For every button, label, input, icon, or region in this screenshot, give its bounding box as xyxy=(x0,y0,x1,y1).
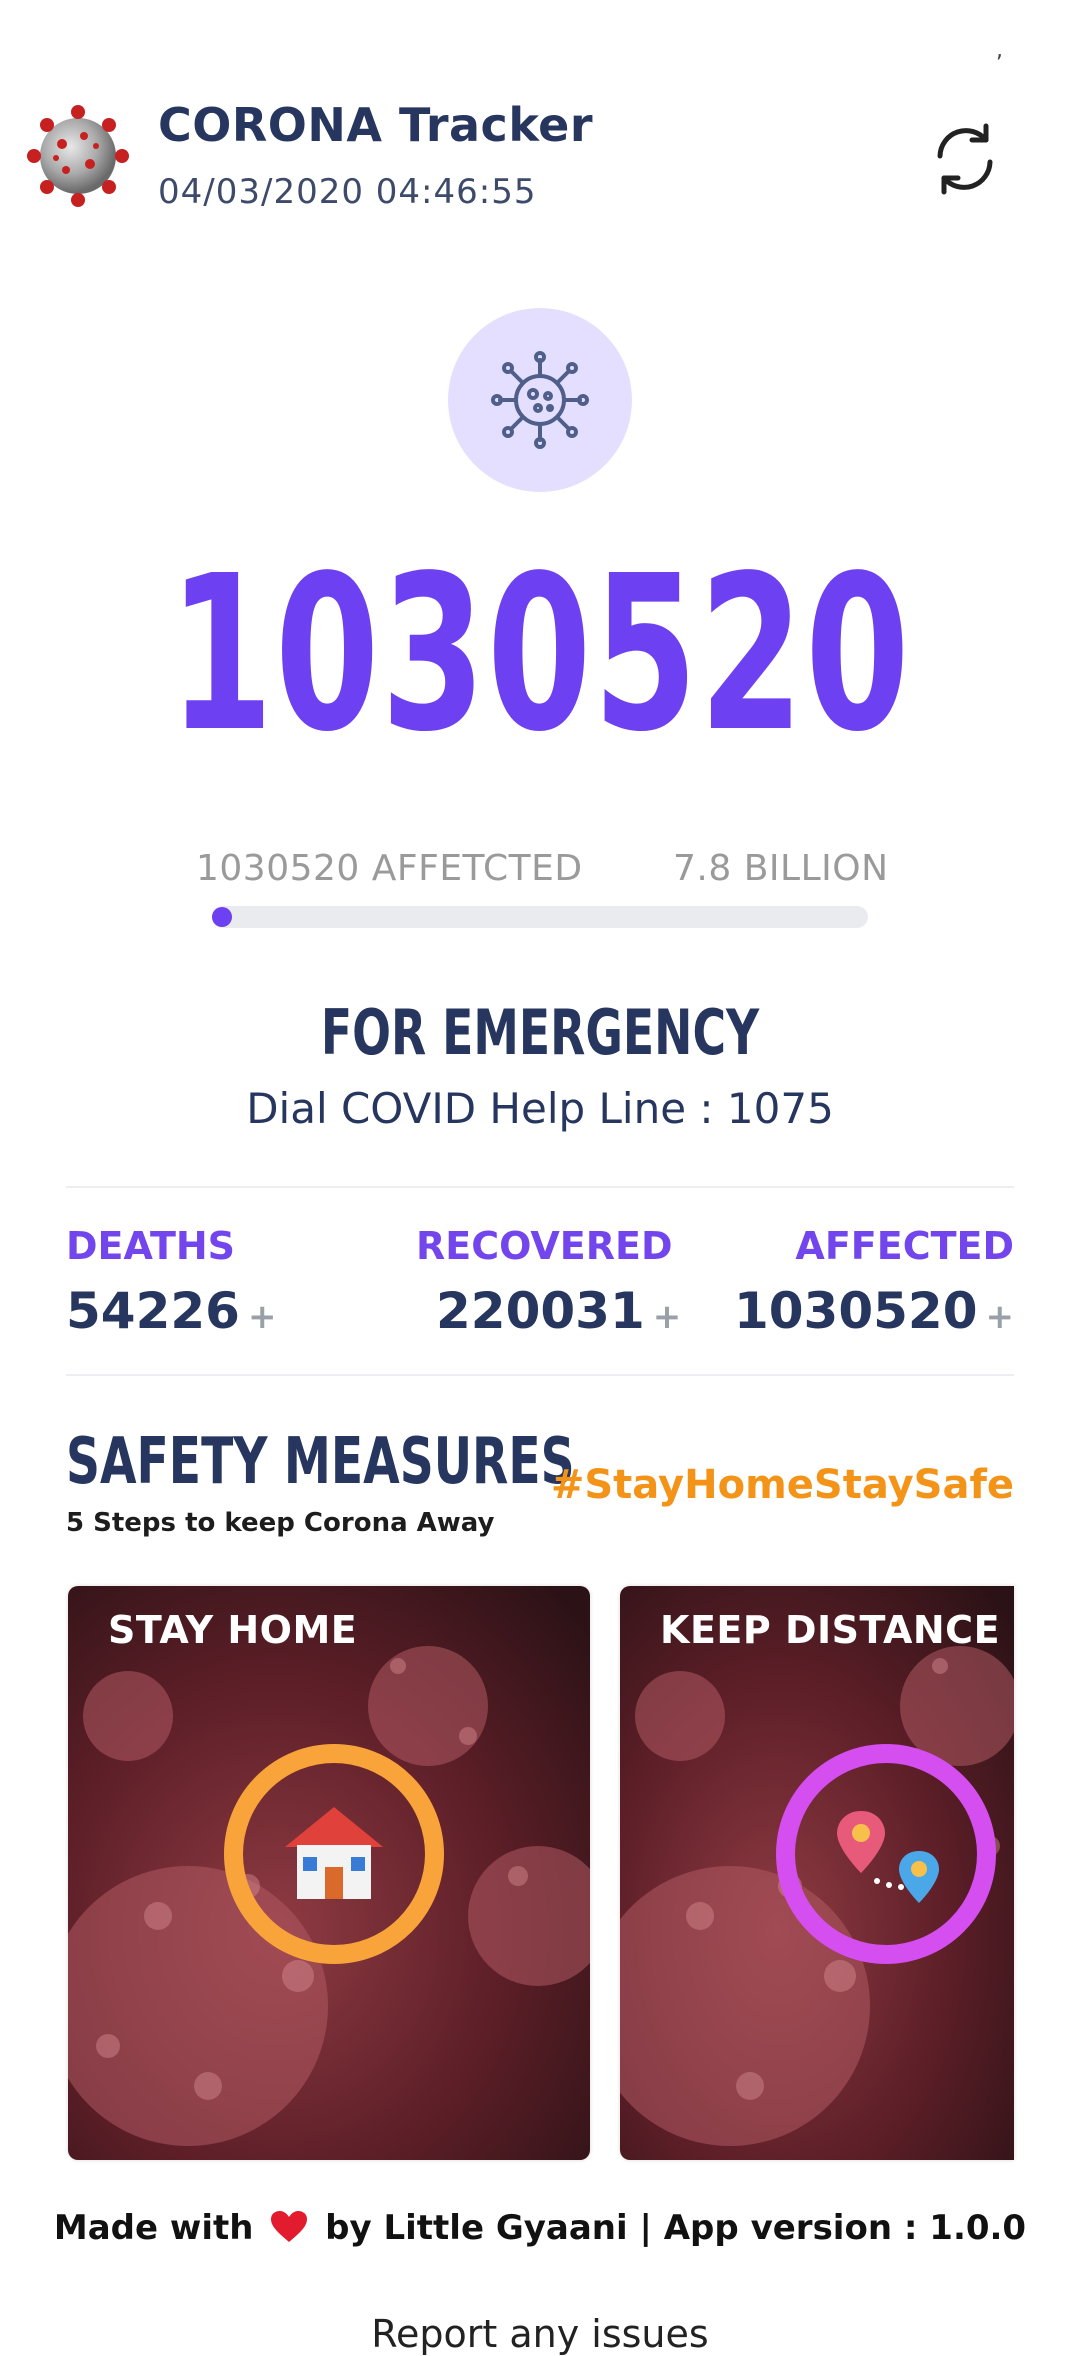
location-pins-icon xyxy=(837,1811,939,1903)
affected-progress-fill xyxy=(212,907,232,927)
recovered-label: RECOVERED xyxy=(416,1224,673,1268)
affected-value: 1030520 xyxy=(733,1282,978,1340)
deaths-label: DEATHS xyxy=(66,1224,236,1268)
house-icon xyxy=(285,1807,383,1899)
affected-plus: + xyxy=(985,1297,1015,1337)
card-title: KEEP DISTANCE xyxy=(660,1608,1001,1652)
card-title: STAY HOME xyxy=(108,1608,358,1652)
total-cases-number: 1030520 xyxy=(168,530,912,779)
virus-badge xyxy=(448,308,632,492)
deaths-value: 54226 xyxy=(66,1282,240,1340)
affected-stat: 1030520 + xyxy=(734,1282,1014,1340)
recovered-value: 220031 xyxy=(436,1282,645,1340)
affected-progress-bar xyxy=(212,906,868,928)
recovered-plus: + xyxy=(652,1297,682,1337)
safety-card-keep-distance[interactable]: KEEP DISTANCE xyxy=(620,1586,1014,2160)
emergency-title: FOR EMERGENCY xyxy=(320,996,760,1069)
helpline-text[interactable]: Dial COVID Help Line : 1075 xyxy=(0,1084,1080,1133)
affected-count-label: 1030520 AFFETCTED xyxy=(196,848,583,889)
stay-home-ring xyxy=(224,1744,444,1964)
footer-credit: Made with by Little Gyaani | App version… xyxy=(0,2208,1080,2248)
credit-text-after: by Little Gyaani | App version : 1.0.0 xyxy=(325,2208,1027,2248)
divider xyxy=(66,1374,1014,1376)
refresh-button[interactable] xyxy=(924,118,1006,200)
status-mark: , xyxy=(996,38,1003,63)
refresh-icon xyxy=(937,123,993,195)
heart-icon xyxy=(271,2211,308,2242)
deaths-stat: 54226 + xyxy=(66,1282,276,1340)
coronavirus-logo-icon xyxy=(26,104,130,208)
world-population-label: 7.8 BILLION xyxy=(673,848,889,889)
virus-icon xyxy=(491,351,589,449)
credit-text-before: Made with xyxy=(53,2208,254,2248)
safety-card-stay-home[interactable]: STAY HOME xyxy=(68,1586,590,2160)
safety-measures-title: SAFETY MEASURES xyxy=(66,1425,575,1499)
affected-label: AFFECTED xyxy=(795,1224,1014,1268)
deaths-plus: + xyxy=(247,1297,277,1337)
app-title: CORONA Tracker xyxy=(158,98,594,152)
divider xyxy=(66,1186,1014,1188)
keep-distance-ring xyxy=(776,1744,996,1964)
safety-measures-subtitle: 5 Steps to keep Corona Away xyxy=(66,1508,495,1538)
recovered-stat: 220031 + xyxy=(436,1282,681,1340)
last-updated-timestamp: 04/03/2020 04:46:55 xyxy=(158,172,537,212)
hashtag-text: #StayHomeStaySafe xyxy=(550,1462,1014,1508)
report-issues-link[interactable]: Report any issues xyxy=(0,2312,1080,2356)
